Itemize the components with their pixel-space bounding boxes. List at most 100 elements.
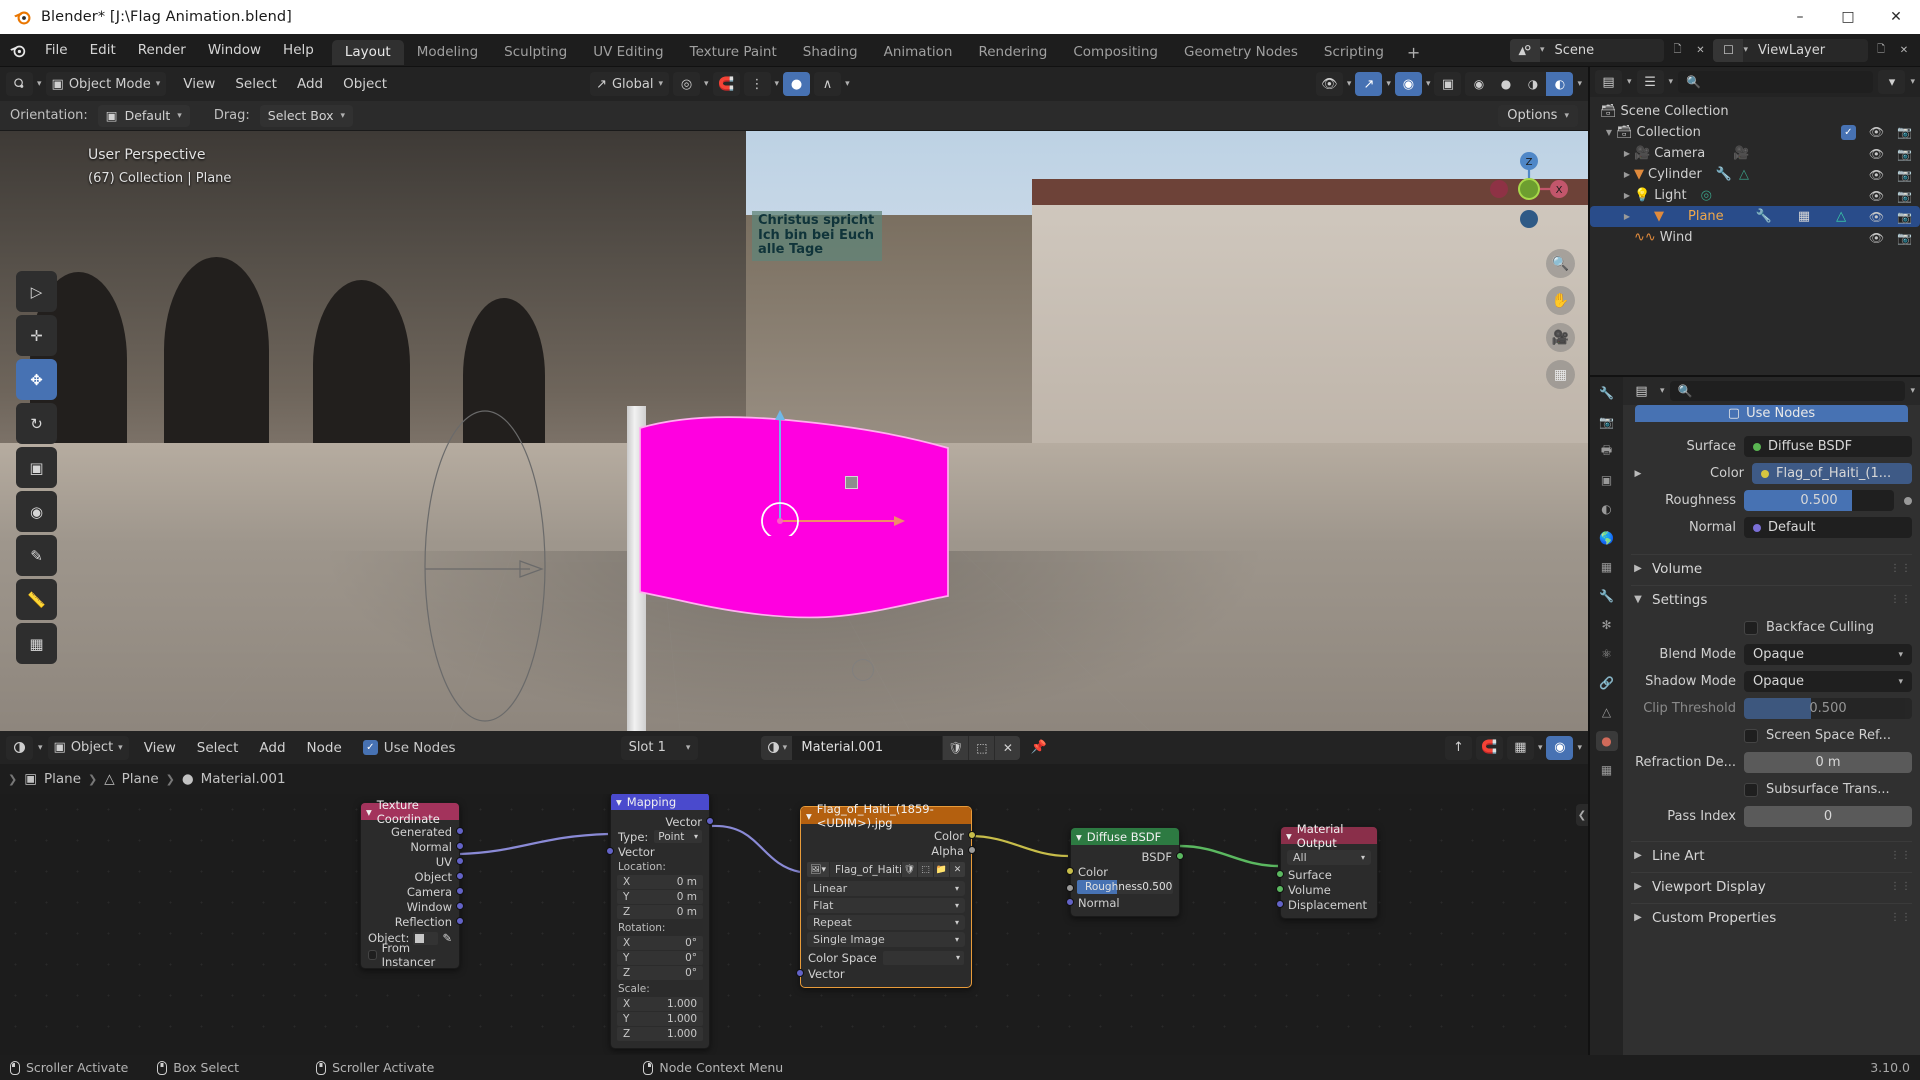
normal-input-field[interactable]: Default xyxy=(1744,517,1912,538)
animate-property-icon[interactable] xyxy=(1904,496,1912,505)
rotation-z-field[interactable]: Z 0° xyxy=(617,966,703,980)
expand-cylinder-icon[interactable]: ▶ xyxy=(1620,170,1634,179)
outliner-row-cylinder[interactable]: ▶ ▼ Cylinder 🔧 △ 👁 📷 xyxy=(1590,164,1920,185)
expand-plane-icon[interactable]: ▶ xyxy=(1620,212,1634,221)
solid-shading-icon[interactable]: ● xyxy=(1492,72,1519,96)
material-slot-selector[interactable]: Slot 1 ▾ xyxy=(620,735,699,760)
visibility-selector-icon[interactable]: 👁 xyxy=(1315,72,1343,96)
node-snapping-icon[interactable]: 🧲 xyxy=(1475,735,1503,760)
vector-input-row[interactable]: Vector xyxy=(606,844,709,859)
camera-data-icon[interactable]: 🎥 xyxy=(1733,146,1749,161)
measure-tool-icon[interactable]: 📏 xyxy=(16,579,57,620)
tab-modeling[interactable]: Modeling xyxy=(404,40,491,65)
pass-index-field[interactable]: 0 xyxy=(1744,806,1912,827)
input-socket[interactable] xyxy=(606,847,614,855)
disable-in-renders-icon[interactable]: 📷 xyxy=(1897,168,1912,182)
panel-custom-properties[interactable]: ▶ Custom Properties ⋮⋮ xyxy=(1631,903,1912,931)
outliner-row-camera[interactable]: ▶ 🎥 Camera 🎥 👁 📷 xyxy=(1590,143,1920,164)
overlays-chevron-icon[interactable]: ▾ xyxy=(1426,79,1431,89)
shadow-mode-dropdown[interactable]: Opaque ▾ xyxy=(1744,671,1912,692)
tab-texture-paint[interactable]: Texture Paint xyxy=(677,40,790,65)
shader-type-selector[interactable]: ▣ Object ▾ xyxy=(47,735,129,760)
node-output-row[interactable]: Camera xyxy=(361,884,464,899)
output-socket[interactable] xyxy=(456,842,464,850)
material-browse-icon[interactable]: ▾ xyxy=(761,735,793,760)
material-properties-tab[interactable]: ● xyxy=(1595,731,1618,751)
scene-properties-tab[interactable]: ◐ xyxy=(1596,499,1618,519)
outliner-row-light[interactable]: ▶ 💡 Light ◎ 👁 📷 xyxy=(1590,185,1920,206)
pan-navigation-icon[interactable]: ✋ xyxy=(1546,286,1575,315)
rendered-shading-icon[interactable]: ◐ xyxy=(1546,72,1574,96)
tab-uv-editing[interactable]: UV Editing xyxy=(580,40,676,65)
node-output-row[interactable]: Alpha xyxy=(801,843,976,858)
input-socket-surface[interactable] xyxy=(1276,870,1284,878)
color-input-row[interactable]: Color xyxy=(1066,864,1179,879)
pin-node-tree-icon[interactable]: 📌 xyxy=(1025,736,1052,760)
mesh-data-icon[interactable]: △ xyxy=(1739,167,1749,182)
tab-scripting[interactable]: Scripting xyxy=(1311,40,1397,65)
node-material-output[interactable]: ▾ Material Output All ▾ Surface Volume Di… xyxy=(1276,822,1378,919)
transform-gizmo[interactable] xyxy=(745,396,915,540)
node-output-row[interactable]: Reflection xyxy=(361,914,464,929)
viewport-menu-add[interactable]: Add xyxy=(288,72,332,96)
tool-properties-tab[interactable]: 🔧 xyxy=(1596,383,1618,403)
output-socket[interactable] xyxy=(456,827,464,835)
material-name-field[interactable]: Material.001 xyxy=(792,735,943,760)
fake-user-icon[interactable]: 🛡 xyxy=(902,862,917,877)
snap-magnet-icon[interactable]: 🧲 xyxy=(712,72,740,96)
output-socket[interactable] xyxy=(456,872,464,880)
output-socket[interactable] xyxy=(456,887,464,895)
volume-input-row[interactable]: Volume xyxy=(1276,882,1377,897)
menu-render[interactable]: Render xyxy=(127,34,197,67)
input-socket-displacement[interactable] xyxy=(1276,900,1284,908)
tab-shading[interactable]: Shading xyxy=(790,40,871,65)
snap-pivot-icon[interactable]: ◎ xyxy=(673,72,700,96)
outliner-editor-type-icon[interactable]: ▤ xyxy=(1595,70,1622,94)
screen-space-refraction-checkbox[interactable] xyxy=(1744,728,1758,743)
copy-to-nodes-icon[interactable]: ↑ xyxy=(1444,735,1472,760)
output-socket-color[interactable] xyxy=(968,831,976,839)
node-snap-settings-icon[interactable]: ▦ xyxy=(1506,735,1534,760)
scale-z-field[interactable]: Z 1.000 xyxy=(617,1027,703,1041)
mapping-type-row[interactable]: Type: Point ▾ xyxy=(611,829,709,844)
roughness-slider[interactable]: Roughness 0.500 xyxy=(1077,880,1173,894)
transform-tool-icon[interactable]: ◉ xyxy=(16,491,57,532)
new-view-layer-icon[interactable]: 🗋 xyxy=(1871,39,1891,62)
source-dropdown[interactable]: Single Image ▾ xyxy=(807,932,965,947)
particle-properties-tab[interactable]: ✻ xyxy=(1596,615,1618,635)
falloff-chevron-icon[interactable]: ▾ xyxy=(845,79,850,89)
tab-sculpting[interactable]: Sculpting xyxy=(491,40,580,65)
viewport-menu-view[interactable]: View xyxy=(174,72,224,96)
show-overlays-icon[interactable]: ◉ xyxy=(1394,72,1422,96)
hide-in-viewport-icon[interactable]: 👁 xyxy=(1869,168,1884,182)
object-properties-tab[interactable]: ▦ xyxy=(1596,557,1618,577)
color-space-row[interactable]: Color Space ▾ xyxy=(801,949,971,966)
menu-file[interactable]: File xyxy=(34,34,79,67)
hide-in-viewport-icon[interactable]: 👁 xyxy=(1869,125,1884,140)
hide-in-viewport-icon[interactable]: 👁 xyxy=(1869,147,1884,161)
modifier-icon[interactable]: 🔧 xyxy=(1716,167,1732,182)
editor-type-chevron-icon[interactable]: ▾ xyxy=(37,79,42,89)
color-space-dropdown[interactable]: ▾ xyxy=(882,950,964,965)
duplicate-image-icon[interactable]: ⬚ xyxy=(918,862,933,877)
collection-checkbox[interactable]: ✓ xyxy=(1840,125,1856,140)
node-output-row[interactable]: Normal xyxy=(361,839,464,854)
location-y-field[interactable]: Y 0 m xyxy=(617,890,703,904)
extension-dropdown[interactable]: Repeat ▾ xyxy=(807,915,965,930)
shader-menu-select[interactable]: Select xyxy=(187,736,249,760)
shading-chevron-icon[interactable]: ▾ xyxy=(1577,79,1582,89)
pivot-chevron-icon[interactable]: ▾ xyxy=(704,79,709,89)
scene-selector[interactable]: ▾ Scene xyxy=(1509,38,1665,62)
node-snap-chevron-icon[interactable]: ▾ xyxy=(1538,743,1543,753)
image-browse-icon[interactable]: 🖼▾ xyxy=(807,862,829,877)
outliner-row-wind[interactable]: ∿∿ Wind 👁 📷 xyxy=(1590,227,1920,248)
modifier-icon[interactable]: 🔧 xyxy=(1756,209,1772,224)
output-socket-bsdf[interactable] xyxy=(1176,852,1184,860)
outliner-row-collection[interactable]: ▼ 🗃 Collection ✓ 👁 📷 xyxy=(1590,122,1920,143)
data-properties-tab[interactable]: △ xyxy=(1596,702,1618,722)
roughness-slider[interactable]: 0.500 xyxy=(1744,490,1894,511)
expand-collection-icon[interactable]: ▼ xyxy=(1602,128,1616,137)
transform-orientation-selector[interactable]: ↗ Global ▾ xyxy=(590,72,669,96)
input-socket-roughness[interactable] xyxy=(1066,884,1074,892)
minimize-button[interactable]: – xyxy=(1776,0,1824,34)
